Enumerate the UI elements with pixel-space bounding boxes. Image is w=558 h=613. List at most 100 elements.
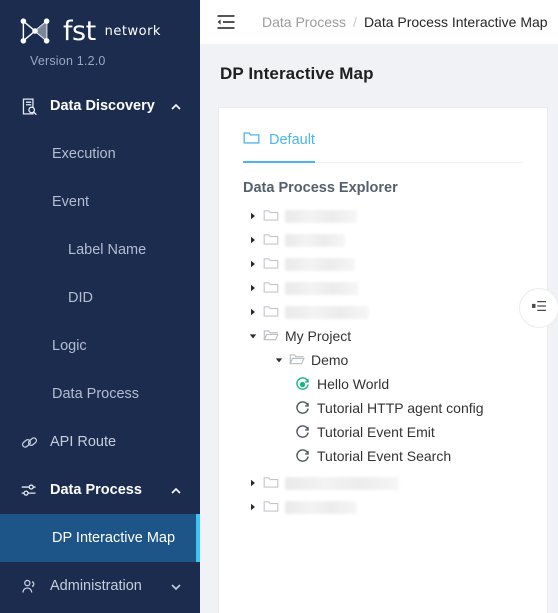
folder-icon bbox=[263, 280, 279, 296]
sidebar-item-label: Label Name bbox=[68, 242, 147, 258]
sidebar-item-label: Execution bbox=[52, 146, 116, 162]
sidebar-item-did[interactable]: DID bbox=[0, 274, 200, 322]
redacted-label bbox=[285, 476, 399, 490]
tree-row-tutorial-event-search[interactable]: Tutorial Event Search bbox=[243, 444, 547, 468]
app-root: fst network Version 1.2.0 Data Discovery bbox=[0, 0, 558, 613]
tree-label: Tutorial Event Emit bbox=[317, 424, 435, 440]
chevron-down-icon[interactable] bbox=[170, 580, 182, 592]
sidebar-item-execution[interactable]: Execution bbox=[0, 130, 200, 178]
sidebar-item-administration[interactable]: Administration bbox=[0, 562, 200, 610]
sidebar-item-dp-interactive-map[interactable]: DP Interactive Map bbox=[0, 514, 200, 562]
data-flow-icon bbox=[18, 479, 40, 501]
tree-row[interactable] bbox=[243, 276, 547, 300]
tree-row-tutorial-event-emit[interactable]: Tutorial Event Emit bbox=[243, 420, 547, 444]
folder-icon bbox=[263, 256, 279, 272]
tree-row-tutorial-http-agent-config[interactable]: Tutorial HTTP agent config bbox=[243, 396, 547, 420]
redacted-label bbox=[285, 209, 357, 223]
redacted-label bbox=[285, 233, 345, 247]
tree-row[interactable] bbox=[243, 228, 547, 252]
triangle-right-icon[interactable] bbox=[243, 260, 263, 268]
tree-row[interactable] bbox=[243, 471, 547, 495]
explorer-card: Default Data Process Explorer My Project… bbox=[218, 107, 558, 613]
tree-row[interactable] bbox=[243, 300, 547, 324]
brand-suffix: network bbox=[104, 23, 161, 39]
sidebar-item-label: Administration bbox=[50, 578, 142, 594]
folder-open-icon bbox=[289, 352, 305, 368]
folder-icon bbox=[263, 475, 279, 491]
redacted-label bbox=[285, 500, 357, 514]
breadcrumb-current: Data Process Interactive Map bbox=[363, 14, 548, 30]
tab-bar: Default bbox=[219, 108, 547, 163]
sidebar-item-data-process[interactable]: Data Process bbox=[0, 466, 200, 514]
sidebar-item-label: Data Discovery bbox=[50, 98, 155, 114]
sidebar-item-label: DP Interactive Map bbox=[52, 530, 176, 546]
status-idle-gray-icon bbox=[295, 400, 310, 416]
triangle-down-icon[interactable] bbox=[269, 356, 289, 364]
folder-icon bbox=[263, 499, 279, 515]
status-active-green-icon bbox=[295, 376, 310, 392]
page-title: DP Interactive Map bbox=[220, 64, 374, 83]
triangle-right-icon[interactable] bbox=[243, 479, 263, 487]
breadcrumb-separator: / bbox=[353, 14, 357, 30]
redacted-label bbox=[285, 305, 369, 319]
panel-list-toggle-button[interactable] bbox=[519, 288, 558, 328]
chevron-up-icon[interactable] bbox=[170, 100, 182, 112]
brand-name: fst bbox=[63, 15, 96, 47]
triangle-right-icon[interactable] bbox=[243, 503, 263, 511]
folder-icon bbox=[243, 130, 260, 150]
sidebar-item-data-discovery[interactable]: Data Discovery bbox=[0, 82, 200, 130]
sidebar-item-api-route[interactable]: API Route bbox=[0, 418, 200, 466]
sidebar: fst network Version 1.2.0 Data Discovery bbox=[0, 0, 200, 613]
tree-row[interactable] bbox=[243, 495, 547, 519]
redacted-label bbox=[285, 257, 355, 271]
tree-label: Demo bbox=[311, 352, 349, 368]
tab-default[interactable]: Default bbox=[243, 130, 315, 163]
tree-label: Tutorial Event Search bbox=[317, 448, 452, 464]
folder-icon bbox=[263, 208, 279, 224]
triangle-down-icon[interactable] bbox=[243, 332, 263, 340]
chevron-up-icon[interactable] bbox=[170, 484, 182, 496]
page-content: DP Interactive Map Default Data Process … bbox=[200, 44, 558, 613]
tree-label: Hello World bbox=[317, 376, 390, 392]
main-area: Data Process / Data Process Interactive … bbox=[200, 0, 558, 613]
sidebar-item-data-process-sub[interactable]: Data Process bbox=[0, 370, 200, 418]
status-idle-gray-icon bbox=[295, 424, 310, 440]
people-icon bbox=[18, 575, 40, 597]
triangle-right-icon[interactable] bbox=[243, 236, 263, 244]
breadcrumb: Data Process / Data Process Interactive … bbox=[262, 14, 548, 30]
folder-icon bbox=[263, 304, 279, 320]
tree-row-demo[interactable]: Demo bbox=[243, 348, 547, 372]
link-chain-icon bbox=[18, 431, 40, 453]
tab-label: Default bbox=[269, 132, 315, 148]
sidebar-item-label: Logic bbox=[52, 338, 87, 354]
sidebar-item-label: Data Process bbox=[52, 386, 140, 402]
breadcrumb-parent[interactable]: Data Process bbox=[262, 14, 346, 30]
document-search-icon bbox=[18, 95, 40, 117]
tree-row[interactable] bbox=[243, 204, 547, 228]
panel-list-icon bbox=[531, 299, 547, 318]
triangle-right-icon[interactable] bbox=[243, 212, 263, 220]
sidebar-nav: Data Discovery Execution Event Label Nam… bbox=[0, 82, 200, 610]
sidebar-item-label: Event bbox=[52, 194, 90, 210]
menu-collapse-icon[interactable] bbox=[216, 12, 236, 32]
network-nodes-logo-icon bbox=[14, 14, 56, 48]
tree-row[interactable] bbox=[243, 252, 547, 276]
sidebar-item-label-name[interactable]: Label Name bbox=[0, 226, 200, 274]
redacted-label bbox=[285, 281, 359, 295]
tree-row-my-project[interactable]: My Project bbox=[243, 324, 547, 348]
folder-icon bbox=[263, 232, 279, 248]
sidebar-item-label: Data Process bbox=[50, 482, 142, 498]
sidebar-item-label: API Route bbox=[50, 434, 117, 450]
brand-block: fst network Version 1.2.0 bbox=[0, 0, 200, 68]
data-process-tree: My Project Demo Hello World Tutorial HTT… bbox=[219, 202, 547, 519]
triangle-right-icon[interactable] bbox=[243, 308, 263, 316]
triangle-right-icon[interactable] bbox=[243, 284, 263, 292]
tree-row-hello-world[interactable]: Hello World bbox=[243, 372, 547, 396]
tree-label: Tutorial HTTP agent config bbox=[317, 400, 484, 416]
sidebar-item-logic[interactable]: Logic bbox=[0, 322, 200, 370]
tree-label: My Project bbox=[285, 328, 352, 344]
sidebar-item-label: DID bbox=[68, 290, 93, 306]
version-label: Version 1.2.0 bbox=[30, 54, 106, 68]
sidebar-item-event[interactable]: Event bbox=[0, 178, 200, 226]
topbar: Data Process / Data Process Interactive … bbox=[200, 0, 558, 44]
